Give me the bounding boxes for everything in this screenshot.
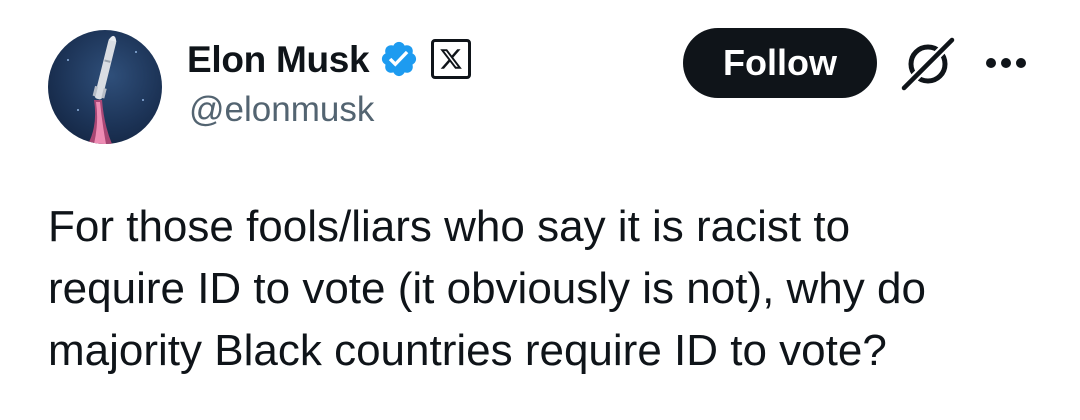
tweet-card: Elon Musk @elonmusk Follow For those foo… bbox=[0, 0, 1080, 420]
author-display-name[interactable]: Elon Musk bbox=[187, 41, 370, 78]
follow-button[interactable]: Follow bbox=[683, 28, 877, 98]
x-logo-icon[interactable] bbox=[431, 39, 472, 79]
verified-badge-icon[interactable] bbox=[379, 39, 419, 79]
author-name-row: Elon Musk bbox=[187, 34, 472, 84]
x-logo-glyph bbox=[440, 49, 463, 69]
avatar[interactable] bbox=[48, 30, 162, 144]
more-options-icon[interactable] bbox=[984, 56, 1028, 70]
tweet-text: For those fools/liars who say it is raci… bbox=[48, 202, 926, 375]
author-handle[interactable]: @elonmusk bbox=[189, 92, 374, 127]
grok-icon[interactable] bbox=[898, 36, 958, 92]
rocket-avatar-image bbox=[67, 35, 144, 144]
